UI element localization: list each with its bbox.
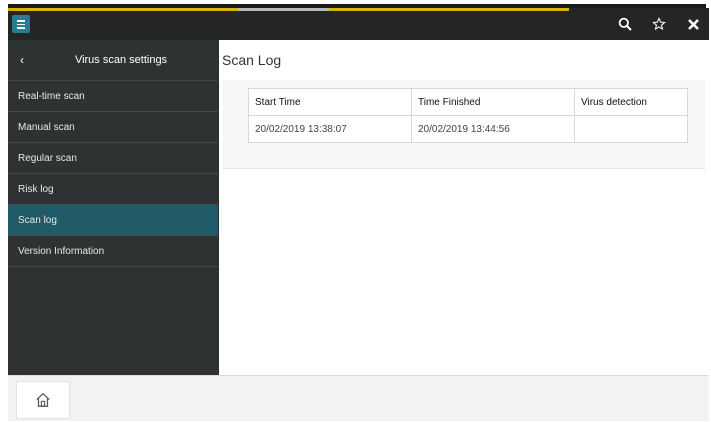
search-button[interactable]	[617, 16, 633, 32]
top-accent-line-right	[329, 8, 569, 11]
home-button[interactable]	[16, 381, 70, 419]
column-header-virus-detection: Virus detection	[574, 88, 688, 116]
table-row[interactable]: 20/02/2019 13:38:07 20/02/2019 13:44:56	[248, 115, 688, 143]
close-button[interactable]	[685, 16, 701, 32]
sidebar-item-label: Real-time scan	[18, 90, 85, 102]
bottom-bar	[8, 375, 709, 421]
screen: ‹ Virus scan settings Real-time scan Man…	[8, 8, 709, 421]
cell-time-finished: 20/02/2019 13:44:56	[411, 115, 575, 143]
home-icon	[36, 392, 50, 407]
scan-log-panel: Start Time Time Finished Virus detection…	[223, 80, 705, 169]
main-content: Scan Log Start Time Time Finished Virus …	[219, 40, 709, 375]
top-accent-line-left	[8, 8, 238, 11]
sidebar-item-risk-log[interactable]: Risk log	[8, 174, 218, 205]
top-drag-handle[interactable]	[238, 8, 329, 11]
sidebar-item-scan-log[interactable]: Scan log	[8, 205, 218, 236]
scan-log-table: Start Time Time Finished Virus detection…	[248, 88, 688, 143]
sidebar-title: Virus scan settings	[74, 54, 168, 66]
column-header-start-time: Start Time	[248, 88, 412, 116]
sidebar-item-manual-scan[interactable]: Manual scan	[8, 112, 218, 143]
sidebar-item-version-information[interactable]: Version Information	[8, 236, 218, 267]
search-icon	[618, 17, 632, 31]
sidebar-item-label: Risk log	[18, 183, 54, 195]
sidebar-item-label: Regular scan	[18, 152, 77, 164]
sidebar-item-real-time-scan[interactable]: Real-time scan	[8, 81, 218, 112]
sidebar: ‹ Virus scan settings Real-time scan Man…	[8, 40, 218, 375]
page-title: Scan Log	[222, 52, 282, 68]
sidebar-item-label: Scan log	[18, 214, 57, 226]
sidebar-item-regular-scan[interactable]: Regular scan	[8, 143, 218, 174]
cell-virus-detection	[574, 115, 688, 143]
back-button[interactable]: ‹	[20, 40, 24, 80]
sidebar-header: ‹ Virus scan settings	[8, 40, 218, 81]
top-icon-group	[617, 8, 701, 40]
menu-button[interactable]	[12, 15, 30, 33]
star-icon	[652, 17, 666, 31]
sidebar-item-label: Manual scan	[18, 121, 75, 133]
close-icon	[687, 18, 699, 30]
top-bar	[8, 8, 709, 40]
favorite-button[interactable]	[651, 16, 667, 32]
column-header-time-finished: Time Finished	[411, 88, 575, 116]
table-header-row: Start Time Time Finished Virus detection	[248, 88, 688, 116]
sidebar-item-label: Version Information	[18, 245, 105, 257]
cell-start-time: 20/02/2019 13:38:07	[248, 115, 412, 143]
